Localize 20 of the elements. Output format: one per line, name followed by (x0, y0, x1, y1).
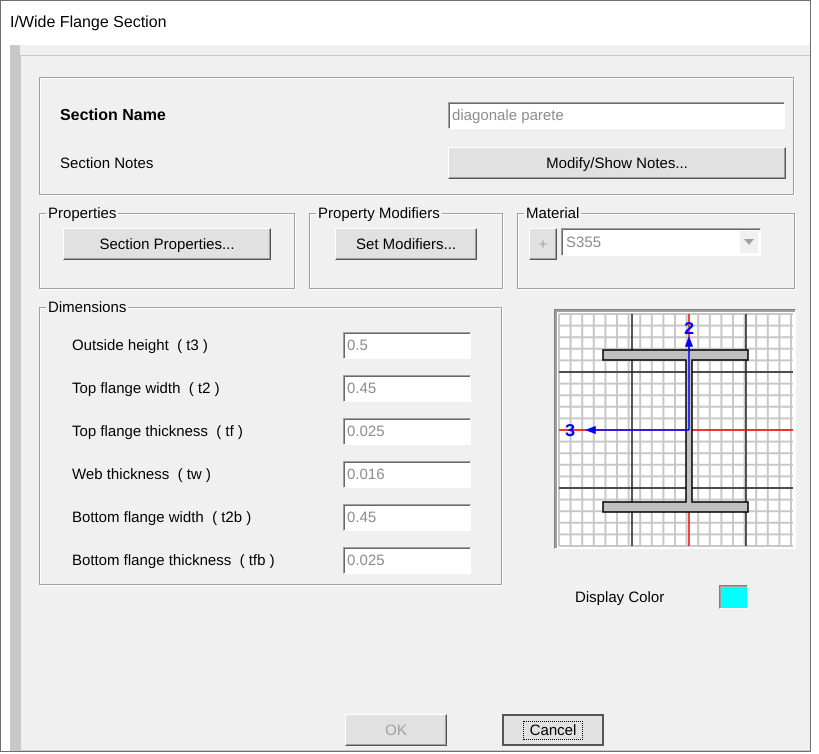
dialog-button[interactable]: Cancel (502, 714, 604, 746)
group-title: Dimensions (47, 299, 128, 316)
field-label: Outside height ( t3 ) (72, 337, 209, 354)
color-swatch[interactable] (719, 585, 748, 609)
group-title: Material (525, 205, 580, 222)
group-title: Properties (47, 205, 118, 222)
field-label: Section Notes (60, 154, 154, 172)
field-label: Web thickness ( tw ) (72, 466, 212, 483)
window-title: I/Wide Flange Section (10, 14, 167, 32)
field-label: Bottom flange width ( t2b ) (72, 509, 252, 526)
field-label: Section Name (60, 106, 167, 124)
field-label: Top flange thickness ( tf ) (72, 423, 244, 440)
dropdown-arrow-icon (744, 239, 754, 245)
set-modifiers-button[interactable]: Set Modifiers... (335, 228, 477, 260)
notes-button[interactable]: Modify/Show Notes... (448, 147, 786, 179)
field-label: Top flange width ( t2 ) (72, 380, 221, 397)
section-properties-button[interactable]: Section Properties... (63, 228, 271, 260)
field-label: Display Color (575, 588, 664, 606)
group-title: Property Modifiers (317, 205, 441, 222)
field-label: Bottom flange thickness ( tfb ) (72, 552, 276, 569)
